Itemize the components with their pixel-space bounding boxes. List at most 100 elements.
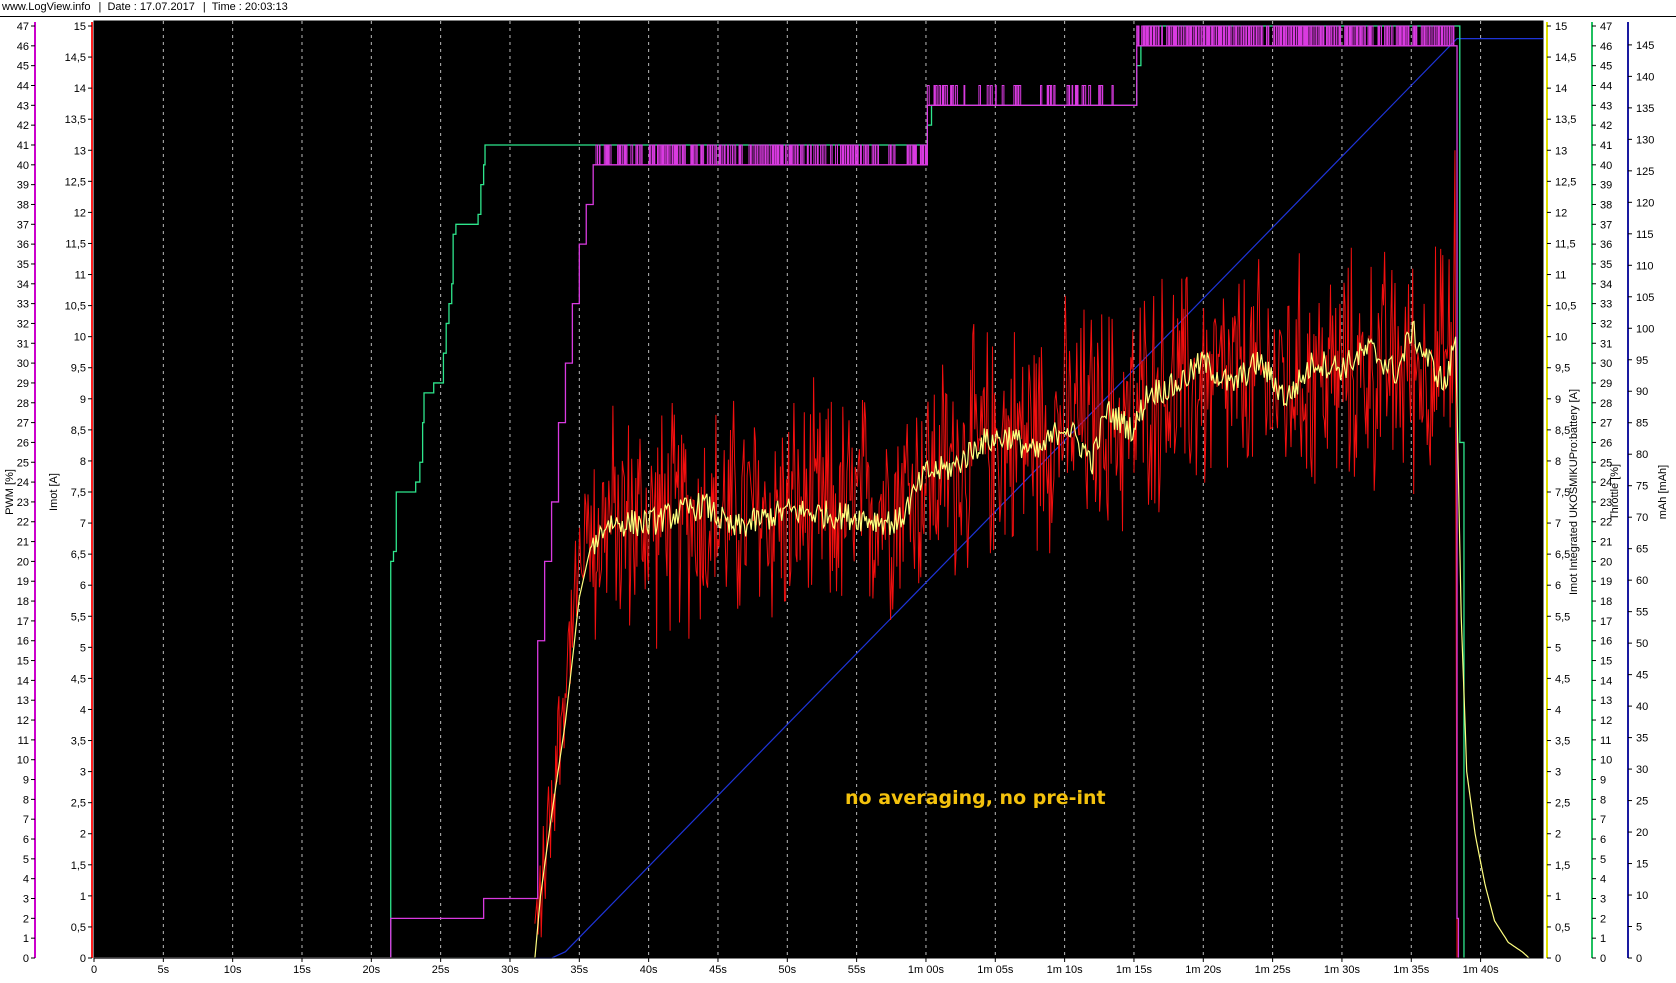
- pwm-tick-label: 30: [17, 358, 29, 370]
- pwm-tick-label: 45: [17, 61, 29, 73]
- imot_int-tick-label: 4,5: [1555, 673, 1570, 685]
- pwm-tick-label: 4: [23, 874, 29, 886]
- throttle-tick-label: 26: [1600, 437, 1612, 449]
- mah-tick-label: 10: [1636, 890, 1648, 902]
- imot_int-tick-label: 2: [1555, 829, 1561, 841]
- pwm-tick-label: 11: [18, 735, 29, 747]
- chart: 0123456789101112131415161718192021222324…: [4, 20, 1669, 976]
- pwm-tick-label: 44: [17, 80, 29, 92]
- throttle-tick-label: 43: [1600, 100, 1612, 112]
- imot-tick-label: 1: [80, 891, 86, 903]
- imot-tick-label: 11: [75, 270, 86, 282]
- throttle-tick-label: 32: [1600, 318, 1612, 330]
- mah-tick-label: 100: [1636, 323, 1654, 335]
- throttle-tick-label: 19: [1600, 576, 1612, 588]
- pwm-tick-label: 23: [17, 497, 29, 509]
- pwm-tick-label: 32: [17, 318, 29, 330]
- throttle-tick-label: 40: [1600, 160, 1612, 172]
- throttle-tick-label: 44: [1600, 80, 1612, 92]
- imot_int-tick-label: 6: [1555, 580, 1561, 592]
- pwm-tick-label: 0: [23, 953, 29, 965]
- throttle-tick-label: 28: [1600, 398, 1612, 410]
- imot-tick-label: 9,5: [71, 363, 86, 375]
- imot-tick-label: 7: [80, 518, 86, 530]
- throttle-tick-label: 42: [1600, 120, 1612, 132]
- imot-tick-label: 0: [80, 953, 86, 965]
- imot-tick-label: 3: [80, 767, 86, 779]
- x-tick-label: 1m 00s: [908, 964, 945, 976]
- x-tick-label: 0: [91, 964, 97, 976]
- pwm-tick-label: 41: [17, 140, 29, 152]
- imot-tick-label: 6: [80, 580, 86, 592]
- throttle-tick-label: 34: [1600, 279, 1612, 291]
- throttle-tick-label: 3: [1600, 894, 1606, 906]
- pwm-tick-label: 43: [17, 100, 29, 112]
- imot-tick-label: 6,5: [71, 549, 86, 561]
- throttle-tick-label: 2: [1600, 913, 1606, 925]
- pwm-tick-label: 27: [17, 418, 29, 430]
- pwm-tick-label: 37: [17, 219, 29, 231]
- x-tick-label: 55s: [848, 964, 866, 976]
- throttle-tick-label: 13: [1600, 695, 1612, 707]
- imot-tick-label: 14,5: [65, 52, 86, 64]
- throttle-tick-label: 39: [1600, 180, 1612, 192]
- throttle-tick-label: 46: [1600, 41, 1612, 53]
- imot-tick-label: 13: [74, 145, 86, 157]
- imot_int-tick-label: 9: [1555, 394, 1561, 406]
- x-tick-label: 1m 25s: [1255, 964, 1292, 976]
- throttle-tick-label: 33: [1600, 299, 1612, 311]
- mah-tick-label: 135: [1636, 103, 1654, 115]
- pwm-tick-label: 47: [17, 21, 29, 33]
- imot_int-tick-label: 10: [1555, 332, 1567, 344]
- pwm-tick-label: 16: [17, 636, 29, 648]
- pwm-tick-label: 40: [17, 160, 29, 172]
- pwm-tick-label: 12: [17, 715, 29, 727]
- throttle-tick-label: 16: [1600, 636, 1612, 648]
- mah-tick-label: 95: [1636, 355, 1648, 367]
- throttle-tick-label: 12: [1600, 715, 1612, 727]
- mah-tick-label: 60: [1636, 575, 1648, 587]
- imot-tick-label: 8: [80, 456, 86, 468]
- imot-tick-label: 11,5: [65, 238, 86, 250]
- throttle-tick-label: 37: [1600, 219, 1612, 231]
- imot-tick-label: 10: [74, 332, 86, 344]
- mah-tick-label: 130: [1636, 134, 1654, 146]
- x-tick-label: 25s: [432, 964, 450, 976]
- imot_int-axis-title: Imot Integrated UKOSMIKUPro:battery [A]: [1568, 389, 1580, 595]
- pwm-tick-label: 10: [17, 755, 29, 767]
- mah-axis-title: mAh [mAh]: [1657, 465, 1669, 519]
- throttle-tick-label: 47: [1600, 21, 1612, 33]
- throttle-tick-label: 35: [1600, 259, 1612, 271]
- x-tick-label: 10s: [224, 964, 242, 976]
- pwm-tick-label: 33: [17, 299, 29, 311]
- imot_int-tick-label: 5,5: [1555, 611, 1570, 623]
- mah-tick-label: 5: [1636, 922, 1642, 934]
- mah-tick-label: 85: [1636, 418, 1648, 430]
- x-tick-label: 1m 10s: [1047, 964, 1084, 976]
- mah-tick-label: 70: [1636, 512, 1648, 524]
- pwm-tick-label: 26: [17, 437, 29, 449]
- x-tick-label: 50s: [778, 964, 796, 976]
- pwm-tick-label: 35: [17, 259, 29, 271]
- imot-tick-label: 0,5: [71, 922, 86, 934]
- imot_int-tick-label: 3,5: [1555, 736, 1570, 748]
- imot_int-tick-label: 1: [1555, 891, 1561, 903]
- pwm-tick-label: 31: [17, 338, 29, 350]
- throttle-tick-label: 20: [1600, 556, 1612, 568]
- imot_int-tick-label: 12: [1555, 207, 1567, 219]
- throttle-tick-label: 8: [1600, 794, 1606, 806]
- throttle-tick-label: 21: [1600, 537, 1612, 549]
- pwm-tick-label: 9: [23, 775, 29, 787]
- mah-tick-label: 40: [1636, 701, 1648, 713]
- x-tick-label: 1m 15s: [1116, 964, 1153, 976]
- imot_int-tick-label: 0,5: [1555, 922, 1570, 934]
- x-tick-label: 5s: [158, 964, 170, 976]
- x-tick-label: 35s: [570, 964, 588, 976]
- imot-tick-label: 2,5: [71, 798, 86, 810]
- imot_int-tick-label: 11: [1555, 270, 1566, 282]
- throttle-tick-label: 29: [1600, 378, 1612, 390]
- mah-tick-label: 25: [1636, 796, 1648, 808]
- imot_int-tick-label: 14,5: [1555, 52, 1576, 64]
- mah-tick-label: 110: [1636, 260, 1654, 272]
- throttle-tick-label: 1: [1600, 933, 1606, 945]
